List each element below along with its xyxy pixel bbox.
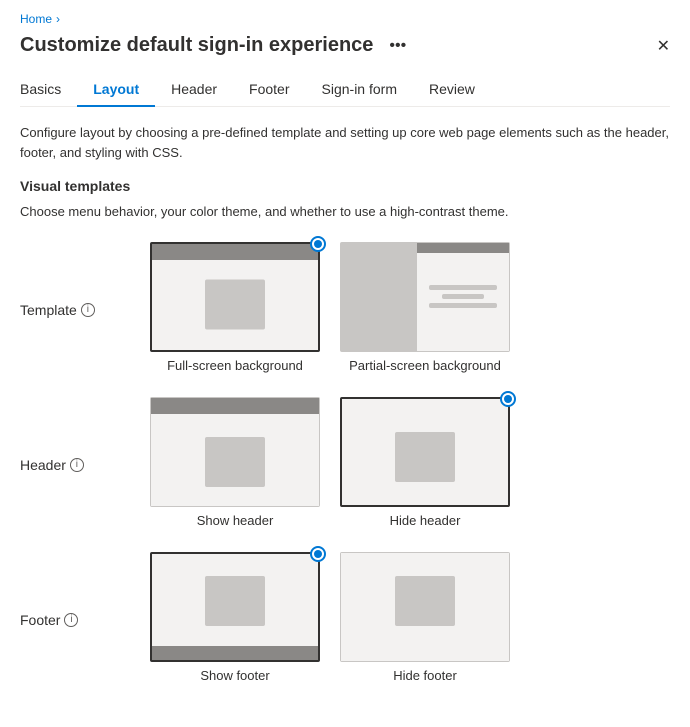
partial-screen-visual bbox=[341, 243, 509, 351]
more-options-button[interactable]: ••• bbox=[383, 35, 412, 57]
template-partial-screen-preview bbox=[340, 242, 510, 352]
tab-review[interactable]: Review bbox=[413, 73, 491, 107]
footer-options: Show footer Hide footer bbox=[150, 552, 510, 683]
show-header-bar bbox=[151, 398, 319, 414]
title-left: Customize default sign-in experience ••• bbox=[20, 34, 412, 57]
full-screen-visual bbox=[152, 244, 318, 350]
hide-header-visual bbox=[342, 399, 508, 505]
header-hide-preview bbox=[340, 397, 510, 507]
header-option-label: Header i bbox=[20, 397, 150, 473]
show-footer-visual bbox=[152, 554, 318, 660]
breadcrumb: Home › bbox=[20, 12, 670, 26]
header-show-label: Show header bbox=[197, 513, 274, 528]
page-title: Customize default sign-in experience bbox=[20, 34, 373, 57]
footer-info-icon[interactable]: i bbox=[64, 613, 78, 627]
template-full-screen-option[interactable]: Full-screen background bbox=[150, 242, 320, 373]
tabs-bar: Basics Layout Header Footer Sign-in form… bbox=[20, 73, 670, 107]
hide-footer-content bbox=[395, 576, 455, 626]
hide-footer-visual bbox=[341, 553, 509, 661]
template-full-screen-label: Full-screen background bbox=[167, 358, 303, 373]
show-header-content bbox=[205, 437, 265, 487]
layout-description: Configure layout by choosing a pre-defin… bbox=[20, 123, 670, 162]
visual-templates-title: Visual templates bbox=[20, 178, 670, 194]
visual-templates-section: Visual templates Choose menu behavior, y… bbox=[20, 178, 670, 222]
footer-show-preview bbox=[150, 552, 320, 662]
partial-main-area bbox=[417, 243, 509, 351]
show-header-visual bbox=[151, 398, 319, 506]
footer-show-label: Show footer bbox=[200, 668, 269, 683]
footer-hide-option[interactable]: Hide footer bbox=[340, 552, 510, 683]
header-hide-label: Hide header bbox=[390, 513, 461, 528]
close-button[interactable]: ✕ bbox=[657, 36, 670, 56]
template-partial-screen-label: Partial-screen background bbox=[349, 358, 501, 373]
tab-footer[interactable]: Footer bbox=[233, 73, 305, 107]
template-full-screen-radio bbox=[310, 236, 326, 252]
breadcrumb-home[interactable]: Home bbox=[20, 12, 52, 26]
page-container: Home › Customize default sign-in experie… bbox=[0, 0, 690, 727]
partial-line-3 bbox=[429, 303, 497, 308]
template-info-icon[interactable]: i bbox=[81, 303, 95, 317]
tab-basics[interactable]: Basics bbox=[20, 73, 77, 107]
full-screen-content bbox=[205, 279, 265, 329]
header-info-icon[interactable]: i bbox=[70, 458, 84, 472]
title-row: Customize default sign-in experience •••… bbox=[20, 34, 670, 57]
template-label: Template i bbox=[20, 242, 150, 318]
header-options: Show header Hide header bbox=[150, 397, 510, 528]
template-group: Template i Full-screen background bbox=[20, 242, 670, 373]
show-footer-content bbox=[205, 576, 265, 626]
header-show-option[interactable]: Show header bbox=[150, 397, 320, 528]
footer-show-radio bbox=[310, 546, 326, 562]
tab-signin-form[interactable]: Sign-in form bbox=[306, 73, 413, 107]
template-options: Full-screen background Partial-sc bbox=[150, 242, 510, 373]
footer-hide-preview bbox=[340, 552, 510, 662]
footer-show-option[interactable]: Show footer bbox=[150, 552, 320, 683]
header-group: Header i Show header bbox=[20, 397, 670, 528]
template-partial-screen-option[interactable]: Partial-screen background bbox=[340, 242, 510, 373]
visual-templates-description: Choose menu behavior, your color theme, … bbox=[20, 202, 670, 222]
footer-hide-label: Hide footer bbox=[393, 668, 457, 683]
partial-header-strip bbox=[417, 243, 509, 253]
header-show-preview bbox=[150, 397, 320, 507]
show-footer-bar bbox=[152, 646, 318, 660]
full-screen-header bbox=[152, 244, 318, 260]
footer-group: Footer i Show footer bbox=[20, 552, 670, 683]
header-hide-radio bbox=[500, 391, 516, 407]
partial-line-2 bbox=[442, 294, 484, 299]
header-hide-option[interactable]: Hide header bbox=[340, 397, 510, 528]
template-full-screen-preview bbox=[150, 242, 320, 352]
partial-line-1 bbox=[429, 285, 497, 290]
hide-header-content bbox=[395, 432, 455, 482]
footer-option-label: Footer i bbox=[20, 552, 150, 628]
partial-side-panel bbox=[341, 243, 417, 351]
tab-layout[interactable]: Layout bbox=[77, 73, 155, 107]
tab-header[interactable]: Header bbox=[155, 73, 233, 107]
breadcrumb-separator: › bbox=[56, 12, 60, 26]
